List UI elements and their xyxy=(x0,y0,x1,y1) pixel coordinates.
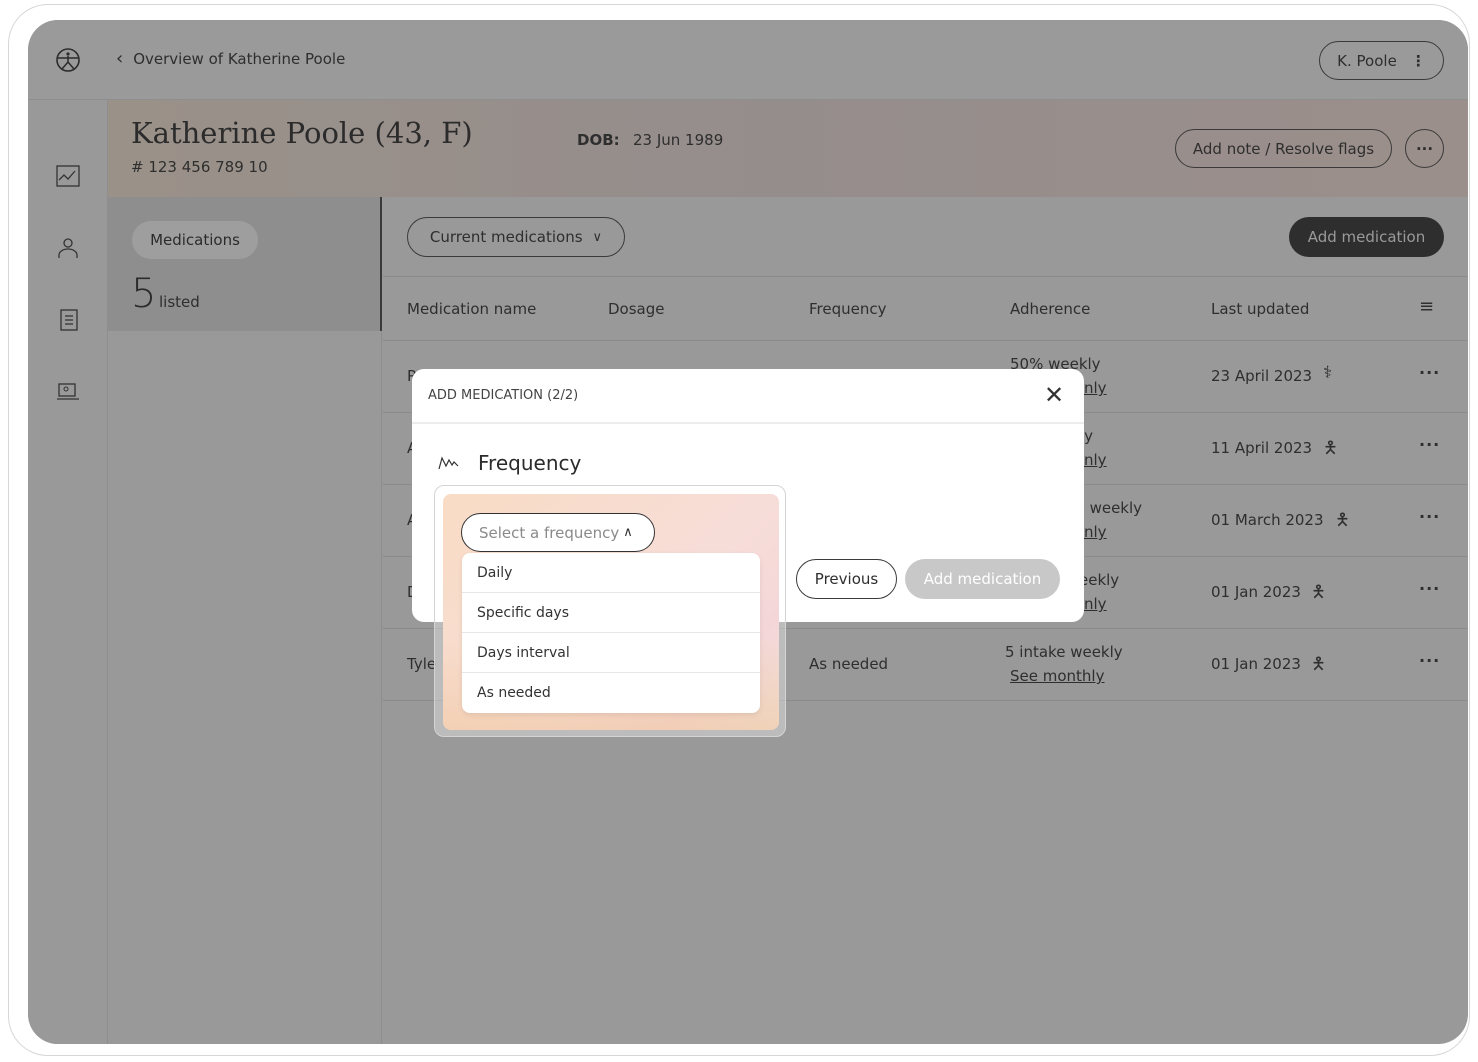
kebab-icon: ⋮ xyxy=(1410,51,1426,70)
device-frame: ‹ Overview of Katherine Poole K. Poole ⋮… xyxy=(8,4,1470,1056)
dropdown-gradient: Select a frequency ∧ Daily Specific days… xyxy=(443,494,779,730)
user-name: K. Poole xyxy=(1337,51,1397,70)
add-note-button[interactable]: Add note / Resolve flags xyxy=(1175,129,1392,168)
modal-divider xyxy=(412,422,1084,424)
frequency-options-list: Daily Specific days Days interval As nee… xyxy=(462,553,760,713)
row-actions-button[interactable]: ··· xyxy=(1419,435,1440,454)
stethoscope-icon: ⚕ xyxy=(1323,363,1333,383)
person-icon: 🯅 xyxy=(1335,510,1350,530)
side-rail xyxy=(28,100,108,1044)
more-options-button[interactable]: ··· xyxy=(1405,129,1444,168)
see-monthly-link[interactable]: nly xyxy=(1084,379,1107,397)
left-panel-empty xyxy=(108,331,382,1044)
top-bar: ‹ Overview of Katherine Poole K. Poole ⋮ xyxy=(28,20,1468,100)
app-screen: ‹ Overview of Katherine Poole K. Poole ⋮… xyxy=(28,20,1468,1044)
back-label: Overview of Katherine Poole xyxy=(133,49,346,68)
document-icon[interactable] xyxy=(60,309,78,331)
patient-name: Katherine Poole (43, F) xyxy=(131,116,473,150)
last-updated: 23 April 2023 xyxy=(1211,367,1313,385)
option-daily[interactable]: Daily xyxy=(462,553,760,593)
dob-label: DOB: xyxy=(577,131,620,149)
option-as-needed[interactable]: As needed xyxy=(462,673,760,713)
medication-filter-dropdown[interactable]: Current medications ∨ xyxy=(407,217,625,257)
chart-icon[interactable] xyxy=(56,165,80,187)
back-link[interactable]: ‹ Overview of Katherine Poole xyxy=(116,48,345,69)
adherence-value: eekly xyxy=(1079,571,1120,589)
person-icon[interactable] xyxy=(57,237,79,259)
header-frequency[interactable]: Frequency xyxy=(809,300,887,318)
last-updated: 11 April 2023 xyxy=(1211,439,1313,457)
row-actions-button[interactable]: ··· xyxy=(1419,507,1440,526)
devices-icon[interactable] xyxy=(56,383,80,401)
close-icon[interactable]: ✕ xyxy=(1044,383,1064,407)
modal-title: ADD MEDICATION (2/2) xyxy=(428,388,579,403)
person-icon: 🯅 xyxy=(1323,438,1338,458)
header-adherence[interactable]: Adherence xyxy=(1010,300,1090,318)
table-header: Medication name Dosage Frequency Adheren… xyxy=(383,276,1468,341)
chevron-down-icon: ∨ xyxy=(592,229,603,245)
columns-menu-icon[interactable]: ≡ xyxy=(1419,296,1434,317)
last-updated: 01 March 2023 xyxy=(1211,511,1324,529)
dob-value: 23 Jun 1989 xyxy=(633,131,724,149)
medication-name: Tyle xyxy=(407,655,437,673)
frequency-select[interactable]: Select a frequency ∧ xyxy=(461,513,655,552)
option-specific-days[interactable]: Specific days xyxy=(462,593,760,633)
row-actions-button[interactable]: ··· xyxy=(1419,363,1440,382)
header-dosage[interactable]: Dosage xyxy=(608,300,664,318)
see-monthly-link[interactable]: See monthly xyxy=(1010,667,1104,685)
medication-count: 5 xyxy=(131,271,157,317)
row-actions-button[interactable]: ··· xyxy=(1419,651,1440,670)
adherence-value: s weekly xyxy=(1077,499,1143,517)
patient-header: Katherine Poole (43, F) # 123 456 789 10… xyxy=(108,100,1468,197)
adherence-value: 5 intake weekly xyxy=(1005,643,1123,661)
count-label: listed xyxy=(159,293,200,311)
chevron-up-icon: ∧ xyxy=(623,525,633,540)
option-days-interval[interactable]: Days interval xyxy=(462,633,760,673)
frequency-heading: Frequency xyxy=(478,451,582,475)
person-icon: 🯅 xyxy=(1311,654,1326,674)
row-actions-button[interactable]: ··· xyxy=(1419,579,1440,598)
add-medication-button[interactable]: Add medication xyxy=(1289,217,1444,257)
medications-summary[interactable]: Medications 5 listed xyxy=(108,197,382,331)
last-updated: 01 Jan 2023 xyxy=(1211,583,1301,601)
select-placeholder: Select a frequency xyxy=(479,523,620,542)
vitruvian-logo-icon[interactable] xyxy=(55,47,81,73)
frequency-wave-icon xyxy=(438,456,459,470)
see-monthly-link[interactable]: nly xyxy=(1084,523,1107,541)
add-medication-submit-button[interactable]: Add medication xyxy=(905,559,1060,599)
header-medication-name[interactable]: Medication name xyxy=(407,300,536,318)
frequency-dropdown-panel: Select a frequency ∧ Daily Specific days… xyxy=(434,485,786,737)
see-monthly-link[interactable]: nly xyxy=(1084,451,1107,469)
filter-label: Current medications xyxy=(429,228,583,246)
previous-button[interactable]: Previous xyxy=(796,559,897,599)
frequency-value: As needed xyxy=(809,655,889,673)
last-updated: 01 Jan 2023 xyxy=(1211,655,1301,673)
header-last-updated[interactable]: Last updated xyxy=(1211,300,1309,318)
user-menu-button[interactable]: K. Poole ⋮ xyxy=(1319,41,1444,80)
patient-id: # 123 456 789 10 xyxy=(131,158,268,176)
chevron-left-icon: ‹ xyxy=(116,48,124,69)
medications-tab[interactable]: Medications xyxy=(132,221,258,259)
person-icon: 🯅 xyxy=(1311,582,1326,602)
see-monthly-link[interactable]: nly xyxy=(1084,595,1107,613)
